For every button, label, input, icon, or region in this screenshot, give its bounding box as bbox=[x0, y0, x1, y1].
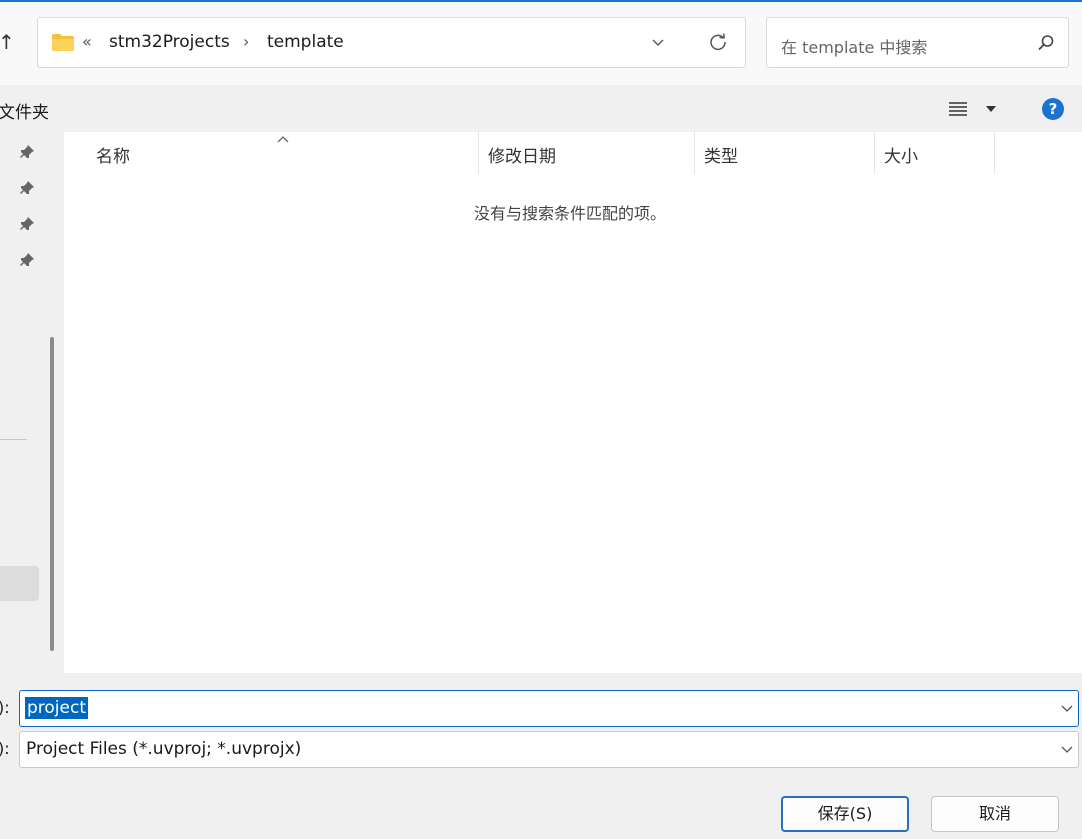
file-type-value[interactable]: Project Files (*.uvproj; *.uvprojx) bbox=[26, 739, 301, 759]
up-arrow-icon[interactable]: ↑ bbox=[0, 30, 15, 54]
column-header-type[interactable]: 类型 bbox=[704, 142, 738, 167]
search-input[interactable]: 在 template 中搜索 bbox=[781, 34, 927, 58]
column-separator[interactable] bbox=[694, 132, 695, 174]
pin-icon bbox=[20, 217, 34, 230]
breadcrumb-template[interactable]: template bbox=[267, 32, 344, 52]
pin-icon bbox=[20, 181, 34, 194]
refresh-icon[interactable] bbox=[708, 32, 728, 52]
navigation-pane bbox=[0, 132, 64, 673]
empty-state-text: 没有与搜索条件匹配的项。 bbox=[473, 204, 666, 223]
file-name-label: ): bbox=[0, 698, 10, 717]
chevron-down-icon[interactable] bbox=[1060, 743, 1074, 757]
pin-icon bbox=[20, 145, 34, 158]
nav-item-selected[interactable] bbox=[0, 566, 39, 601]
command-bar: 文件夹 ? bbox=[0, 86, 1082, 132]
file-name-input[interactable]: project bbox=[25, 697, 89, 719]
file-type-select[interactable]: Project Files (*.uvproj; *.uvprojx) bbox=[19, 731, 1079, 768]
new-folder-button[interactable]: 文件夹 bbox=[0, 98, 49, 123]
file-type-label: ): bbox=[0, 739, 10, 758]
file-name-field[interactable]: project bbox=[19, 690, 1079, 727]
column-header-name[interactable]: 名称 bbox=[96, 142, 130, 167]
nav-scrollbar-thumb[interactable] bbox=[50, 337, 54, 651]
nav-divider bbox=[0, 439, 27, 440]
pin-icon bbox=[20, 253, 34, 266]
breadcrumb-overflow[interactable]: « bbox=[82, 32, 92, 51]
chevron-down-icon[interactable] bbox=[650, 34, 666, 50]
breadcrumb-stm32projects[interactable]: stm32Projects bbox=[109, 32, 230, 52]
column-separator[interactable] bbox=[994, 132, 995, 174]
help-icon[interactable]: ? bbox=[1041, 97, 1065, 121]
svg-text:?: ? bbox=[1049, 100, 1058, 118]
save-button[interactable]: 保存(S) bbox=[781, 796, 909, 832]
file-list: 名称 修改日期 类型 大小 没有与搜索条件匹配的项。 bbox=[64, 132, 1082, 673]
column-separator[interactable] bbox=[478, 132, 479, 174]
search-icon[interactable] bbox=[1037, 34, 1055, 52]
view-dropdown-icon[interactable] bbox=[984, 102, 998, 116]
sort-up-icon bbox=[277, 136, 289, 143]
column-header-modified[interactable]: 修改日期 bbox=[488, 142, 556, 167]
address-bar[interactable]: « stm32Projects › template bbox=[37, 17, 746, 68]
folder-icon bbox=[52, 34, 74, 51]
column-separator[interactable] bbox=[874, 132, 875, 174]
chevron-down-icon[interactable] bbox=[1060, 702, 1074, 716]
cancel-button[interactable]: 取消 bbox=[931, 796, 1059, 832]
view-list-icon[interactable] bbox=[947, 99, 969, 119]
navigation-bar: ↑ « stm32Projects › template 在 template … bbox=[0, 2, 1082, 85]
search-box[interactable]: 在 template 中搜索 bbox=[766, 17, 1069, 68]
column-header-size[interactable]: 大小 bbox=[884, 142, 918, 167]
breadcrumb-separator[interactable]: › bbox=[243, 32, 249, 51]
